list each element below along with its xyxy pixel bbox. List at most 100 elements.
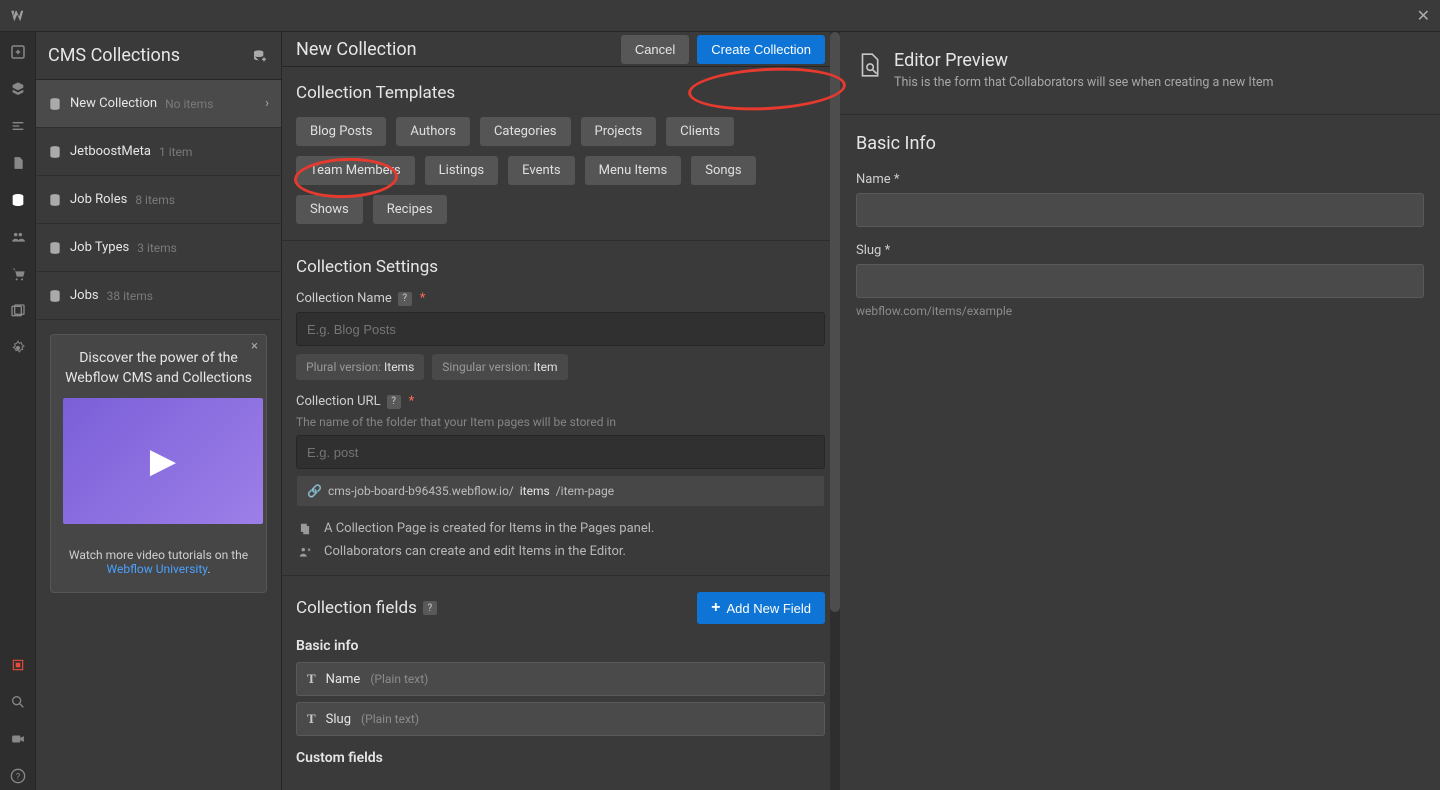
help-icon[interactable]: ? xyxy=(387,395,401,409)
database-icon xyxy=(48,289,62,303)
cms-icon[interactable] xyxy=(4,186,32,214)
template-chip-authors[interactable]: Authors xyxy=(396,117,470,146)
database-icon xyxy=(48,97,62,111)
slug-help-text: webflow.com/items/example xyxy=(856,304,1424,318)
collection-name: Job Types xyxy=(70,240,129,255)
preview-slug-input[interactable] xyxy=(856,264,1424,298)
info-row-collaborators: Collaborators can create and edit Items … xyxy=(296,544,825,559)
template-chip-songs[interactable]: Songs xyxy=(691,156,755,185)
field-type-hint: (Plain text) xyxy=(361,712,419,726)
field-name: Name xyxy=(326,672,361,687)
collection-item-new[interactable]: New Collection No items › xyxy=(36,80,281,128)
text-type-icon: T xyxy=(307,711,316,727)
create-collection-button[interactable]: Create Collection xyxy=(697,35,825,64)
sidebar-header: CMS Collections xyxy=(36,32,281,80)
fields-title: Collection fields xyxy=(296,598,417,618)
slug-field-label: Slug * xyxy=(856,243,1424,258)
url-pre: cms-job-board-b96435.webflow.io/ xyxy=(328,484,514,498)
collection-name: JetboostMeta xyxy=(70,144,151,159)
svg-text:?: ? xyxy=(15,771,20,782)
promo-video-thumb[interactable]: ▶ xyxy=(63,398,263,524)
template-chip-listings[interactable]: Listings xyxy=(425,156,498,185)
sidebar-title: CMS Collections xyxy=(48,45,180,66)
custom-fields-heading: Custom fields xyxy=(296,750,825,766)
topbar: ✕ xyxy=(0,0,1440,32)
name-field-label: Name * xyxy=(856,172,1424,187)
right-pane: Editor Preview This is the form that Col… xyxy=(840,32,1440,790)
template-chip-projects[interactable]: Projects xyxy=(581,117,657,146)
right-header: Editor Preview This is the form that Col… xyxy=(840,32,1440,94)
pages-icon[interactable] xyxy=(4,149,32,177)
singular-version-box[interactable]: Singular version: Item xyxy=(432,354,567,380)
collection-item[interactable]: JetboostMeta 1 item xyxy=(36,128,281,176)
field-row-slug[interactable]: T Slug (Plain text) xyxy=(296,702,825,736)
settings-icon[interactable] xyxy=(4,334,32,362)
panels-icon[interactable] xyxy=(4,112,32,140)
collaborators-icon xyxy=(296,545,314,559)
add-field-label: Add New Field xyxy=(726,601,811,616)
template-chip-events[interactable]: Events xyxy=(508,156,574,185)
add-new-field-button[interactable]: + Add New Field xyxy=(697,592,825,624)
info-text: Collaborators can create and edit Items … xyxy=(324,544,626,559)
main: ? CMS Collections New Collection No item… xyxy=(0,32,1440,790)
field-row-name[interactable]: T Name (Plain text) xyxy=(296,662,825,696)
plural-value: Items xyxy=(384,360,414,374)
help-icon[interactable]: ? xyxy=(423,601,437,615)
collection-url-input[interactable] xyxy=(296,435,825,469)
collection-count: No items xyxy=(165,97,213,111)
help-icon[interactable]: ? xyxy=(4,762,32,790)
template-chip-categories[interactable]: Categories xyxy=(480,117,571,146)
template-chip-menu-items[interactable]: Menu Items xyxy=(585,156,682,185)
preview-name-input[interactable] xyxy=(856,193,1424,227)
singular-key: Singular version: xyxy=(442,360,530,374)
preview-icon xyxy=(856,50,882,80)
settings-title: Collection Settings xyxy=(296,257,825,277)
collection-count: 1 item xyxy=(159,145,192,159)
webflow-university-link[interactable]: Webflow University xyxy=(107,562,208,576)
help-icon[interactable]: ? xyxy=(398,292,412,306)
template-chip-blog-posts[interactable]: Blog Posts xyxy=(296,117,386,146)
collection-count: 38 items xyxy=(107,289,153,303)
template-chip-team-members[interactable]: Team Members xyxy=(296,156,415,185)
collection-name-label: Collection Name xyxy=(296,291,392,306)
collection-name: New Collection xyxy=(70,96,157,111)
video-icon[interactable] xyxy=(4,725,32,753)
add-collection-icon[interactable] xyxy=(251,48,269,64)
search-icon[interactable] xyxy=(4,688,32,716)
template-chip-shows[interactable]: Shows xyxy=(296,195,363,224)
audit-icon[interactable] xyxy=(4,651,32,679)
cancel-button[interactable]: Cancel xyxy=(621,35,689,64)
scrollbar-thumb[interactable] xyxy=(830,32,840,612)
collection-url-help: The name of the folder that your Item pa… xyxy=(296,415,825,429)
collection-name-input[interactable] xyxy=(296,312,825,346)
assets-icon[interactable] xyxy=(4,297,32,325)
plural-version-box[interactable]: Plural version: Items xyxy=(296,354,424,380)
info-text: A Collection Page is created for Items i… xyxy=(324,521,654,536)
collection-name: Jobs xyxy=(70,288,99,303)
promo-headline: Discover the power of the Webflow CMS an… xyxy=(63,349,254,388)
navigator-icon[interactable] xyxy=(4,75,32,103)
collection-count: 8 items xyxy=(135,193,175,207)
template-chip-recipes[interactable]: Recipes xyxy=(373,195,447,224)
webflow-logo-icon[interactable] xyxy=(0,0,36,32)
collection-url-label: Collection URL xyxy=(296,394,381,409)
collection-item[interactable]: Jobs 38 items xyxy=(36,272,281,320)
center-pane: New Collection Cancel Create Collection … xyxy=(282,32,840,790)
collection-item[interactable]: Job Roles 8 items xyxy=(36,176,281,224)
database-icon xyxy=(48,193,62,207)
ecommerce-icon[interactable] xyxy=(4,260,32,288)
page-title: New Collection xyxy=(296,39,417,60)
plus-icon: + xyxy=(711,599,720,617)
templates-title: Collection Templates xyxy=(296,83,825,103)
url-post: /item-page xyxy=(556,484,614,498)
collection-item[interactable]: Job Types 3 items xyxy=(36,224,281,272)
users-icon[interactable] xyxy=(4,223,32,251)
close-icon[interactable]: ✕ xyxy=(1417,6,1430,25)
add-element-icon[interactable] xyxy=(4,38,32,66)
promo-caption-text: Watch more video tutorials on the xyxy=(69,548,248,562)
promo-caption: Watch more video tutorials on the Webflo… xyxy=(63,548,254,576)
link-icon: 🔗 xyxy=(307,484,322,498)
template-chip-clients[interactable]: Clients xyxy=(666,117,734,146)
database-icon xyxy=(48,241,62,255)
promo-close-icon[interactable]: × xyxy=(251,339,258,354)
